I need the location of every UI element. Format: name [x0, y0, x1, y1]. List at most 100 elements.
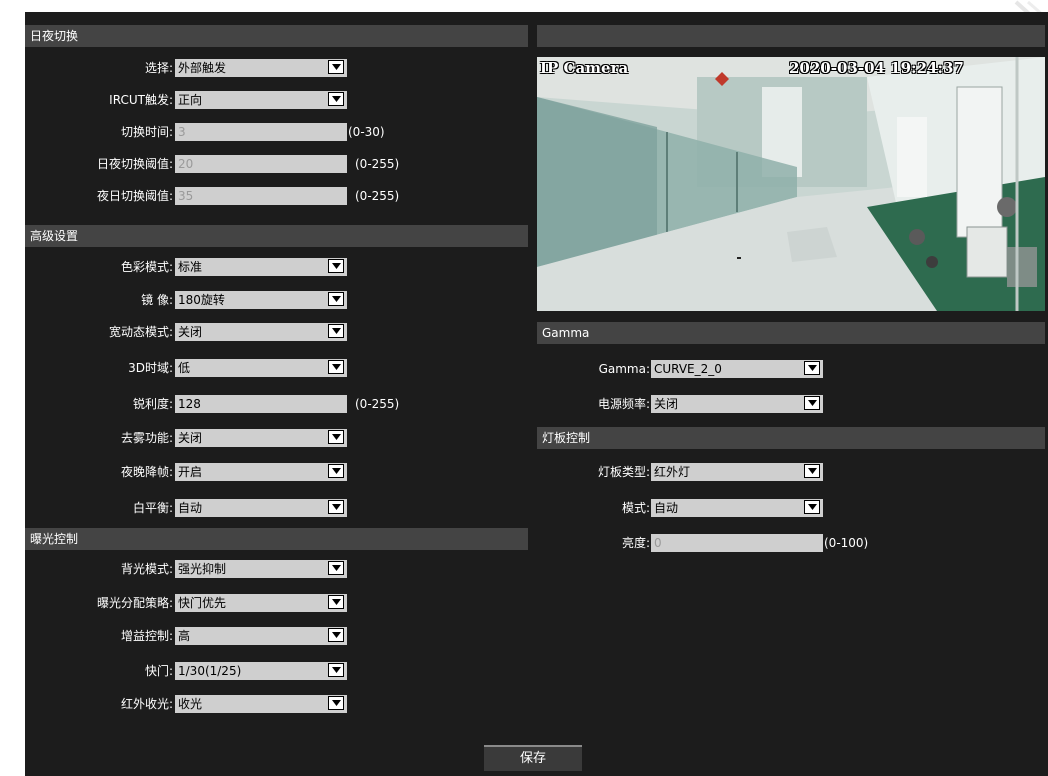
chevron-down-icon[interactable] — [328, 60, 344, 74]
chevron-down-icon[interactable] — [328, 292, 344, 306]
chevron-down-icon[interactable] — [328, 628, 344, 642]
shutter-label: 快门: — [144, 664, 173, 678]
d2n-threshold-range: (0-255) — [355, 157, 400, 171]
chevron-down-icon[interactable] — [804, 396, 820, 410]
power-freq-label: 电源频率: — [597, 397, 650, 411]
section-exposure-header: 曝光控制 — [25, 528, 528, 550]
row-ircut: IRCUT触发: 正向 — [25, 89, 528, 111]
osd-camera-name: IP Camera — [540, 59, 629, 77]
row-wdr: 宽动态模式: 关闭 — [25, 321, 528, 343]
video-preview[interactable]: IP Camera 2020-03-04 19:24:37 — [537, 57, 1045, 311]
row-shutter: 快门: 1/30(1/25) — [25, 660, 528, 682]
row-strategy: 曝光分配策略: 快门优先 — [25, 592, 528, 614]
d2n-threshold-input[interactable]: 20 — [175, 155, 347, 173]
mirror-select[interactable]: 180旋转 — [175, 291, 347, 309]
power-freq-select[interactable]: 关闭 — [651, 395, 823, 413]
save-button[interactable]: 保存 — [484, 745, 582, 771]
camera-image — [537, 57, 1045, 311]
night-frame-label: 夜晚降帧: — [120, 465, 173, 479]
lamp-type-select[interactable]: 红外灯 — [651, 463, 823, 481]
trigger-select[interactable]: 外部触发 — [175, 59, 347, 77]
row-gamma: Gamma: CURVE_2_0 — [537, 358, 1045, 380]
chevron-down-icon[interactable] — [328, 360, 344, 374]
row-color-mode: 色彩模式: 标准 — [25, 256, 528, 278]
sharpness-input[interactable]: 128 — [175, 395, 347, 413]
chevron-down-icon[interactable] — [328, 595, 344, 609]
night-frame-select[interactable]: 开启 — [175, 463, 347, 481]
lamp-mode-select[interactable]: 自动 — [651, 499, 823, 517]
row-select: 选择: 外部触发 — [25, 57, 528, 79]
section-gamma-header: Gamma — [537, 322, 1045, 344]
section-daynight-header: 日夜切换 — [25, 25, 528, 47]
row-3d-dnr: 3D时域: 低 — [25, 357, 528, 379]
chevron-down-icon[interactable] — [328, 663, 344, 677]
brightness-range: (0-100) — [824, 536, 869, 550]
backlight-select[interactable]: 强光抑制 — [175, 560, 347, 578]
mirror-label: 镜 像: — [141, 293, 173, 307]
row-power-freq: 电源频率: 关闭 — [537, 393, 1045, 415]
row-gain: 增益控制: 高 — [25, 625, 528, 647]
row-lamp-mode: 模式: 自动 — [537, 497, 1045, 519]
osd-timestamp: 2020-03-04 19:24:37 — [789, 59, 964, 77]
chevron-down-icon[interactable] — [328, 561, 344, 575]
row-backlight: 背光模式: 强光抑制 — [25, 558, 528, 580]
backlight-label: 背光模式: — [120, 562, 173, 576]
switch-time-range: (0-30) — [348, 125, 385, 139]
ircut-select[interactable]: 正向 — [175, 91, 347, 109]
defog-select[interactable]: 关闭 — [175, 429, 347, 447]
brightness-label: 亮度: — [621, 536, 650, 550]
row-night-frame: 夜晚降帧: 开启 — [25, 461, 528, 483]
row-lamp-brightness: 亮度: 0 (0-100) — [537, 532, 1045, 554]
color-mode-label: 色彩模式: — [120, 260, 173, 274]
row-white-balance: 白平衡: 自动 — [25, 497, 528, 519]
dnr-3d-select[interactable]: 低 — [175, 359, 347, 377]
ir-light-select[interactable]: 收光 — [175, 695, 347, 713]
white-balance-label: 白平衡: — [132, 501, 173, 515]
switch-time-label: 切换时间: — [120, 125, 173, 139]
sharpness-label: 锐利度: — [132, 397, 173, 411]
lamp-type-label: 灯板类型: — [597, 465, 650, 479]
row-switch-time: 切换时间: 3 (0-30) — [25, 121, 528, 143]
chevron-down-icon[interactable] — [804, 361, 820, 375]
lamp-mode-label: 模式: — [621, 501, 650, 515]
row-d2n: 日夜切换阈值: 20 (0-255) — [25, 153, 528, 175]
row-ir-light: 红外收光: 收光 — [25, 693, 528, 715]
strategy-label: 曝光分配策略: — [96, 596, 173, 610]
white-balance-select[interactable]: 自动 — [175, 499, 347, 517]
color-mode-select[interactable]: 标准 — [175, 258, 347, 276]
ircut-label: IRCUT触发: — [109, 93, 173, 107]
chevron-down-icon[interactable] — [328, 464, 344, 478]
gamma-label: Gamma: — [598, 362, 650, 376]
n2d-threshold-range: (0-255) — [355, 189, 400, 203]
n2d-threshold-label: 夜日切换阈值: — [96, 189, 173, 203]
dnr-3d-label: 3D时域: — [128, 361, 173, 375]
strategy-select[interactable]: 快门优先 — [175, 594, 347, 612]
chevron-down-icon[interactable] — [804, 464, 820, 478]
ir-light-label: 红外收光: — [120, 697, 173, 711]
section-lamp-header: 灯板控制 — [537, 427, 1045, 449]
gain-label: 增益控制: — [120, 629, 173, 643]
chevron-down-icon[interactable] — [328, 696, 344, 710]
chevron-down-icon[interactable] — [328, 324, 344, 338]
sharpness-range: (0-255) — [355, 397, 400, 411]
section-advanced-header: 高级设置 — [25, 225, 528, 247]
select-label: 选择: — [144, 61, 173, 75]
shutter-select[interactable]: 1/30(1/25) — [175, 662, 347, 680]
gamma-select[interactable]: CURVE_2_0 — [651, 360, 823, 378]
n2d-threshold-input[interactable]: 35 — [175, 187, 347, 205]
switch-time-input[interactable]: 3 — [175, 123, 347, 141]
chevron-down-icon[interactable] — [328, 430, 344, 444]
gain-select[interactable]: 高 — [175, 627, 347, 645]
chevron-down-icon[interactable] — [328, 500, 344, 514]
chevron-down-icon[interactable] — [328, 92, 344, 106]
d2n-threshold-label: 日夜切换阈值: — [96, 157, 173, 171]
chevron-down-icon[interactable] — [804, 500, 820, 514]
row-defog: 去雾功能: 关闭 — [25, 427, 528, 449]
chevron-down-icon[interactable] — [328, 259, 344, 273]
row-sharpness: 锐利度: 128 (0-255) — [25, 393, 528, 415]
wdr-label: 宽动态模式: — [108, 325, 173, 339]
wdr-select[interactable]: 关闭 — [175, 323, 347, 341]
brightness-input[interactable]: 0 — [651, 534, 823, 552]
row-lamp-type: 灯板类型: 红外灯 — [537, 461, 1045, 483]
row-n2d: 夜日切换阈值: 35 (0-255) — [25, 185, 528, 207]
